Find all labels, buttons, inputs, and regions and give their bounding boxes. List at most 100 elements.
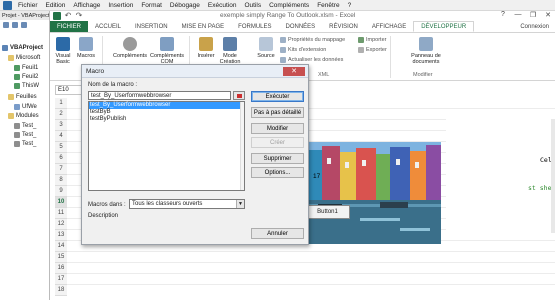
tree-item-thisworkbook[interactable]: ThisW: [14, 83, 39, 89]
minimize-button[interactable]: —: [513, 11, 523, 19]
row-header[interactable]: 11: [55, 208, 67, 219]
houses-photo[interactable]: [300, 142, 441, 244]
help-button[interactable]: ?: [498, 11, 508, 19]
redo-icon[interactable]: ↷: [75, 12, 83, 20]
macros-label: Macros: [76, 53, 96, 59]
tab-insertion[interactable]: INSERTION: [128, 21, 175, 32]
menu-edition[interactable]: Edition: [42, 2, 70, 9]
tab-accueil[interactable]: ACCUEIL: [88, 21, 128, 32]
tree-item-microsoft[interactable]: Microsoft: [8, 55, 40, 61]
dialog-close-button[interactable]: ✕: [283, 67, 305, 76]
tab-donnees[interactable]: DONNÉES: [279, 21, 323, 32]
range-picker-icon[interactable]: [233, 91, 245, 100]
menu-format[interactable]: Format: [137, 2, 166, 9]
menu-help[interactable]: ?: [344, 2, 356, 9]
proprietes-mappage-button[interactable]: Propriétés du mappage: [280, 37, 345, 43]
row-header-selected[interactable]: 10: [55, 197, 67, 208]
macro-list-item[interactable]: testByPublish: [89, 116, 244, 123]
tree-item-feuil2[interactable]: Feuil2: [14, 74, 38, 80]
dialog-titlebar[interactable]: Macro: [82, 65, 308, 78]
options-button[interactable]: Options...: [251, 167, 304, 178]
tab-fichier[interactable]: FICHIER: [50, 21, 88, 32]
menu-debogage[interactable]: Débogage: [166, 2, 204, 9]
row-header[interactable]: 13: [55, 230, 67, 241]
modifier-button[interactable]: Modifier: [251, 123, 304, 134]
view-object-icon[interactable]: [12, 21, 18, 28]
menu-complements[interactable]: Compléments: [265, 2, 313, 9]
code-scrollbar[interactable]: [551, 119, 555, 233]
tree-item-module[interactable]: Test_: [14, 141, 36, 147]
tree-item-label: Feuil2: [22, 74, 39, 80]
restore-button[interactable]: ❐: [528, 11, 538, 19]
tree-item-module[interactable]: Test_: [14, 123, 36, 129]
menu-insertion[interactable]: Insertion: [104, 2, 137, 9]
row-header[interactable]: 17: [55, 274, 67, 285]
macro-dialog: Macro ✕ Nom de la macro : test_By_Userfo…: [81, 64, 309, 245]
macro-name-input[interactable]: test_By_Userformwebbrowser: [88, 91, 231, 100]
macro-list-item[interactable]: testByB: [89, 109, 244, 116]
row-header[interactable]: 2: [55, 109, 67, 120]
kits-extension-button[interactable]: Kits d'extension: [280, 47, 326, 53]
source-button[interactable]: Source: [255, 37, 277, 59]
pas-a-pas-button[interactable]: Pas à pas détaillé: [251, 107, 304, 118]
macros-in-dropdown[interactable]: Tous les classeurs ouverts ▼: [129, 199, 245, 209]
menu-outils[interactable]: Outils: [240, 2, 265, 9]
complements-com-button[interactable]: Compléments COM: [150, 37, 184, 65]
macro-list[interactable]: test_By_Userformwebbrowser testByB testB…: [88, 101, 245, 191]
tree-item-userform[interactable]: UfWe: [14, 104, 37, 110]
row-header[interactable]: 1: [55, 98, 67, 109]
kits-extension-label: Kits d'extension: [288, 47, 327, 53]
row-header[interactable]: 18: [55, 285, 67, 296]
view-code-icon[interactable]: [3, 21, 9, 28]
exporter-button[interactable]: Exporter: [358, 47, 387, 53]
visual-basic-button[interactable]: Visual Basic: [54, 37, 72, 65]
row-header[interactable]: 8: [55, 175, 67, 186]
row-header[interactable]: 3: [55, 120, 67, 131]
row-header[interactable]: 9: [55, 186, 67, 197]
close-window-button[interactable]: ✕: [543, 11, 553, 19]
actualiser-donnees-button[interactable]: Actualiser les données: [280, 57, 343, 63]
tree-item-feuil1[interactable]: Feuil1: [14, 65, 38, 71]
executer-button[interactable]: Exécuter: [251, 91, 304, 102]
importer-button[interactable]: Importer: [358, 37, 386, 43]
macro-list-scrollbar[interactable]: [240, 102, 244, 190]
row-header[interactable]: 7: [55, 164, 67, 175]
mode-creation-button[interactable]: Mode Création: [219, 37, 241, 65]
row-header[interactable]: 4: [55, 131, 67, 142]
tree-item-vbaproject[interactable]: VBAProject: [2, 45, 43, 51]
row-header[interactable]: 12: [55, 219, 67, 230]
tab-formules[interactable]: FORMULES: [231, 21, 278, 32]
tab-affichage[interactable]: AFFICHAGE: [365, 21, 413, 32]
menu-affichage[interactable]: Affichage: [69, 2, 104, 9]
annuler-button[interactable]: Annuler: [251, 228, 304, 239]
supprimer-button[interactable]: Supprimer: [251, 153, 304, 164]
creer-button[interactable]: Créer: [251, 137, 304, 148]
tree-item-feuilles[interactable]: Feuilles: [8, 94, 37, 100]
row-header[interactable]: 15: [55, 252, 67, 263]
name-box[interactable]: E10: [55, 85, 83, 95]
row-header[interactable]: 6: [55, 153, 67, 164]
code-window[interactable]: Cel, AddR st sheet te: [446, 113, 555, 233]
inserer-button[interactable]: Insérer: [196, 37, 216, 59]
sheet-button1[interactable]: Button1: [305, 205, 350, 219]
macros-button[interactable]: Macros: [76, 37, 96, 59]
tree-item-modules[interactable]: Modules: [8, 113, 39, 119]
menu-execution[interactable]: Exécution: [204, 2, 241, 9]
menu-fenetre[interactable]: Fenêtre: [313, 2, 343, 9]
vba-app-icon: [3, 0, 12, 10]
undo-icon[interactable]: ↶: [64, 12, 72, 20]
row-header[interactable]: 14: [55, 241, 67, 252]
complements-button[interactable]: Compléments: [113, 37, 147, 59]
connexion-link[interactable]: Connexion: [514, 21, 555, 32]
row-header[interactable]: 16: [55, 263, 67, 274]
menu-fichier[interactable]: Fichier: [14, 2, 42, 9]
toggle-folders-icon[interactable]: [21, 21, 27, 28]
tab-revision[interactable]: RÉVISION: [322, 21, 365, 32]
row-header[interactable]: 5: [55, 142, 67, 153]
macro-list-item-selected[interactable]: test_By_Userformwebbrowser: [89, 102, 244, 109]
save-icon[interactable]: [53, 12, 61, 20]
tab-developpeur[interactable]: DÉVELOPPEUR: [413, 21, 475, 32]
panneau-documents-button[interactable]: Panneau de documents: [405, 37, 447, 65]
tab-mise-en-page[interactable]: MISE EN PAGE: [175, 21, 232, 32]
tree-item-module[interactable]: Test_: [14, 132, 36, 138]
